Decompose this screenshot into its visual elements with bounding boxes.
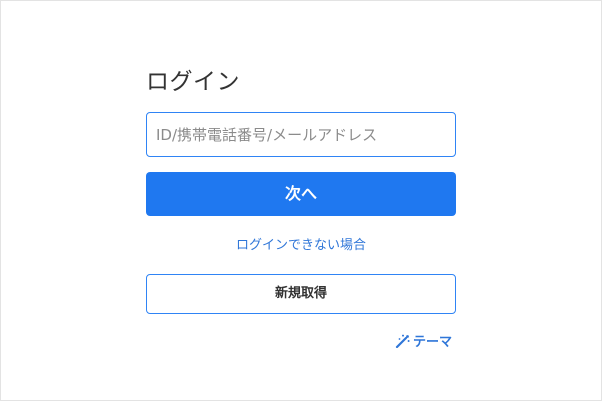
register-button[interactable]: 新規取得	[146, 274, 456, 314]
next-button[interactable]: 次へ	[146, 172, 456, 216]
theme-label: テーマ	[412, 335, 452, 350]
magic-wand-icon	[394, 334, 410, 348]
login-panel: ログイン 次へ ログインできない場合 新規取得 テーマ	[0, 0, 602, 401]
page-title: ログイン	[146, 69, 240, 95]
theme-button[interactable]: テーマ	[394, 331, 452, 350]
id-input[interactable]	[146, 112, 456, 157]
login-trouble-link[interactable]: ログインできない場合	[146, 234, 456, 253]
